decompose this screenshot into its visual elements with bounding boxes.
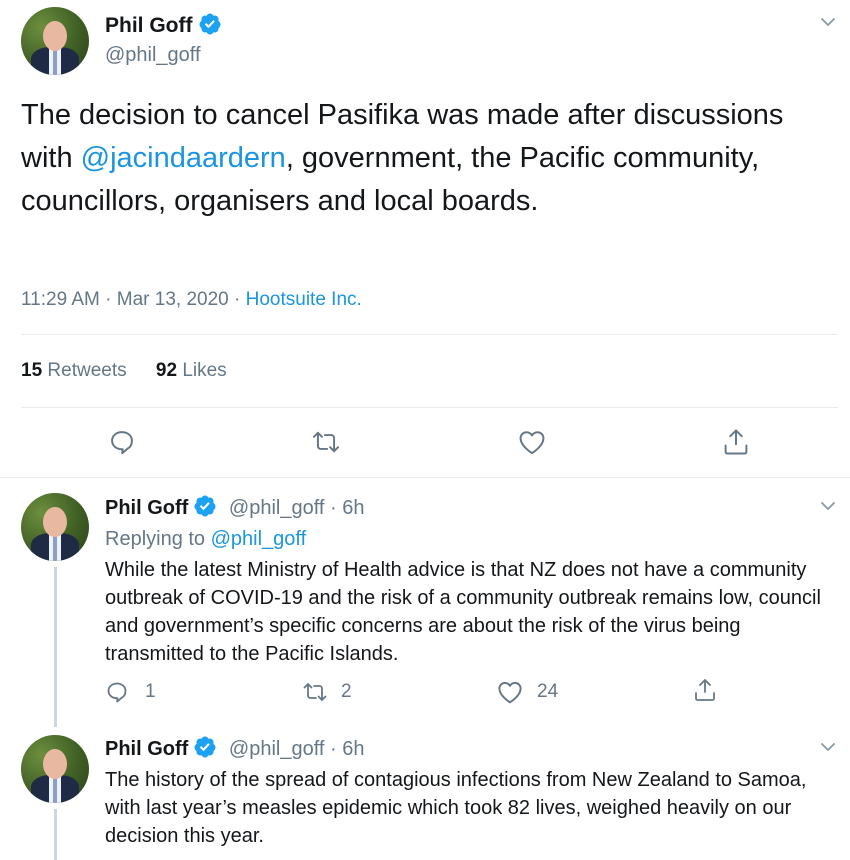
share-icon[interactable] bbox=[722, 427, 750, 457]
divider bbox=[21, 407, 838, 408]
replying-to: Replying to @phil_goff bbox=[105, 526, 306, 552]
tweet-text: The decision to cancel Pasifika was made… bbox=[21, 94, 811, 223]
retweet-icon[interactable] bbox=[311, 428, 341, 456]
tweet-stats: 15 Retweets 92 Likes bbox=[21, 358, 227, 384]
reply-icon bbox=[105, 680, 129, 704]
chevron-down-icon[interactable] bbox=[818, 737, 838, 757]
retweets-count: 15 bbox=[21, 360, 43, 381]
author-name[interactable]: Phil Goff bbox=[105, 14, 193, 37]
replying-label: Replying to bbox=[105, 528, 206, 550]
retweet-count: 2 bbox=[341, 681, 352, 702]
reply-text: While the latest Ministry of Health advi… bbox=[105, 559, 821, 665]
tweet-source[interactable]: Hootsuite Inc. bbox=[246, 289, 362, 310]
avatar[interactable] bbox=[21, 735, 89, 803]
author-name[interactable]: Phil Goff bbox=[105, 497, 188, 519]
avatar[interactable] bbox=[21, 493, 89, 561]
verified-badge-icon bbox=[194, 736, 216, 758]
thread-line bbox=[54, 567, 57, 727]
divider bbox=[0, 477, 850, 478]
reply-count: 1 bbox=[145, 681, 156, 702]
chevron-down-icon[interactable] bbox=[818, 496, 838, 516]
avatar[interactable] bbox=[21, 7, 89, 75]
header-dot: · bbox=[330, 497, 337, 519]
like-action[interactable]: 24 bbox=[497, 678, 558, 706]
author-handle[interactable]: @phil_goff bbox=[229, 738, 325, 760]
retweet-icon bbox=[301, 680, 329, 704]
tweet-time[interactable]: 11:29 AM bbox=[21, 289, 100, 310]
reply-icon[interactable] bbox=[108, 428, 136, 456]
divider bbox=[21, 334, 838, 335]
author-handle[interactable]: @phil_goff bbox=[105, 42, 201, 68]
reply-header: Phil Goff @phil_goff · 6h bbox=[105, 494, 365, 521]
like-icon[interactable] bbox=[518, 429, 546, 455]
meta-separator: · bbox=[105, 289, 112, 310]
tweet-age[interactable]: 6h bbox=[342, 738, 364, 760]
mention-link[interactable]: @jacindaardern bbox=[81, 142, 286, 174]
author-handle[interactable]: @phil_goff bbox=[229, 497, 325, 519]
tweet-date[interactable]: Mar 13, 2020 bbox=[117, 289, 229, 310]
verified-badge-icon bbox=[198, 13, 220, 35]
reply-header: Phil Goff @phil_goff · 6h bbox=[105, 735, 365, 762]
retweets-label: Retweets bbox=[47, 360, 127, 381]
retweet-action[interactable]: 2 bbox=[301, 678, 352, 706]
retweets-stat[interactable]: 15 Retweets bbox=[21, 360, 127, 381]
meta-separator: · bbox=[234, 289, 241, 310]
tweet-meta: 11:29 AM · Mar 13, 2020 · Hootsuite Inc. bbox=[21, 287, 362, 313]
chevron-down-icon[interactable] bbox=[818, 12, 838, 32]
thread-line bbox=[54, 809, 57, 860]
likes-label: Likes bbox=[182, 360, 227, 381]
replying-handle-link[interactable]: @phil_goff bbox=[211, 528, 307, 550]
verified-badge-icon bbox=[194, 495, 216, 517]
header-dot: · bbox=[330, 738, 337, 760]
tweet-age[interactable]: 6h bbox=[342, 497, 364, 519]
reply-action[interactable]: 1 bbox=[105, 678, 156, 706]
share-icon[interactable] bbox=[693, 677, 717, 703]
likes-stat[interactable]: 92 Likes bbox=[156, 360, 227, 381]
like-icon bbox=[497, 680, 523, 704]
reply-text: The history of the spread of contagious … bbox=[105, 769, 807, 847]
author-name[interactable]: Phil Goff bbox=[105, 738, 188, 760]
likes-count: 92 bbox=[155, 360, 178, 381]
like-count: 24 bbox=[537, 681, 559, 702]
